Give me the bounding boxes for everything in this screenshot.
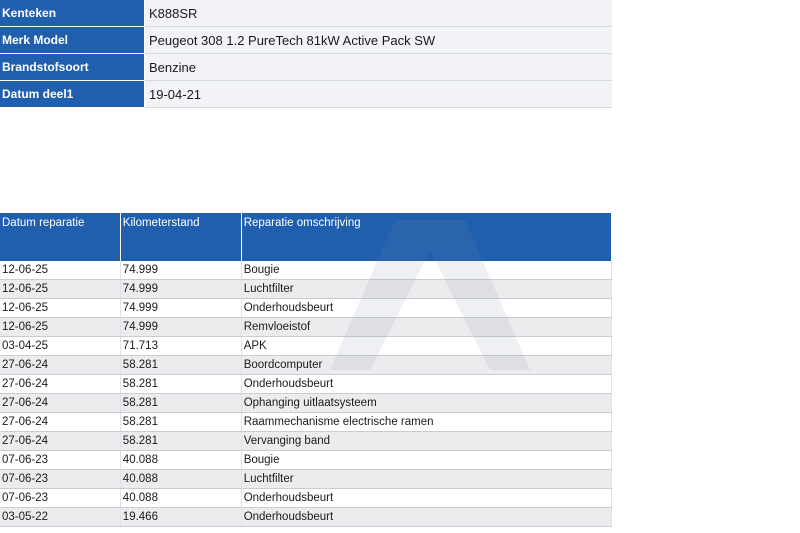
repair-date-cell: 03-05-22 (0, 507, 121, 527)
repair-date-cell: 03-04-25 (0, 336, 121, 356)
repair-description-cell: Onderhoudsbeurt (241, 507, 613, 527)
header-reparatie-omschrijving: Reparatie omschrijving (241, 213, 613, 261)
repair-date-cell: 27-06-24 (0, 412, 121, 432)
header-datum-reparatie: Datum reparatie (0, 213, 121, 261)
repair-description-cell: Luchtfilter (241, 469, 613, 489)
repair-description-cell: Boordcomputer (241, 355, 613, 375)
table-row: 12-06-25 74.999 Bougie (0, 261, 613, 280)
repair-date-cell: 12-06-25 (0, 261, 121, 280)
repair-description-cell: Luchtfilter (241, 279, 613, 299)
vehicle-info-value: 19-04-21 (144, 80, 612, 108)
vehicle-info-table: Kenteken K888SR Merk Model Peugeot 308 1.2 … (0, 0, 612, 108)
vehicle-info-row: Brandstofsoort Benzine (0, 53, 612, 81)
repair-mileage-cell: 58.281 (120, 355, 242, 375)
header-kilometerstand: Kilometerstand (120, 213, 242, 261)
repair-date-cell: 27-06-24 (0, 374, 121, 394)
repair-description-cell: Vervanging band (241, 431, 613, 451)
repair-description-cell: Remvloeistof (241, 317, 613, 337)
repair-date-cell: 12-06-25 (0, 279, 121, 299)
repair-description-cell: Bougie (241, 450, 613, 470)
table-row: 27-06-24 58.281 Raammechanisme electrische… (0, 412, 613, 432)
repair-description-cell: Ophanging uitlaatsysteem (241, 393, 613, 413)
repair-date-cell: 07-06-23 (0, 488, 121, 508)
repair-history-table: Datum reparatie Kilometerstand Reparatie… (0, 213, 613, 527)
vehicle-info-value: Peugeot 308 1.2 PureTech 81kW Active Pac… (144, 26, 612, 54)
repair-description-cell: Raammechanisme electrische ramen (241, 412, 613, 432)
table-row: 07-06-23 40.088 Bougie (0, 450, 613, 470)
repair-date-cell: 27-06-24 (0, 355, 121, 375)
vehicle-info-label: Brandstofsoort (0, 53, 145, 81)
repair-mileage-cell: 74.999 (120, 279, 242, 299)
repair-date-cell: 07-06-23 (0, 469, 121, 489)
table-row: 03-05-22 19.466 Onderhoudsbeurt (0, 507, 613, 527)
repair-header-row: Datum reparatie Kilometerstand Reparatie… (0, 213, 613, 261)
table-row: 07-06-23 40.088 Luchtfilter (0, 469, 613, 489)
repair-description-cell: Onderhoudsbeurt (241, 374, 613, 394)
repair-description-cell: APK (241, 336, 613, 356)
repair-mileage-cell: 19.466 (120, 507, 242, 527)
table-row: 07-06-23 40.088 Onderhoudsbeurt (0, 488, 613, 508)
repair-mileage-cell: 58.281 (120, 374, 242, 394)
repair-mileage-cell: 58.281 (120, 412, 242, 432)
repair-mileage-cell: 74.999 (120, 261, 242, 280)
table-row: 27-06-24 58.281 Onderhoudsbeurt (0, 374, 613, 394)
repair-mileage-cell: 74.999 (120, 298, 242, 318)
vehicle-info-row: Datum deel1 19-04-21 (0, 80, 612, 108)
repair-description-cell: Onderhoudsbeurt (241, 298, 613, 318)
repair-mileage-cell: 58.281 (120, 431, 242, 451)
repair-date-cell: 27-06-24 (0, 431, 121, 451)
vehicle-info-label: Datum deel1 (0, 80, 145, 108)
vehicle-info-value: K888SR (144, 0, 612, 27)
table-row: 12-06-25 74.999 Luchtfilter (0, 279, 613, 299)
vehicle-info-row: Merk Model Peugeot 308 1.2 PureTech 81kW … (0, 26, 612, 54)
table-row: 12-06-25 74.999 Onderhoudsbeurt (0, 298, 613, 318)
repair-mileage-cell: 58.281 (120, 393, 242, 413)
repair-mileage-cell: 74.999 (120, 317, 242, 337)
repair-date-cell: 12-06-25 (0, 298, 121, 318)
repair-date-cell: 27-06-24 (0, 393, 121, 413)
repair-description-cell: Onderhoudsbeurt (241, 488, 613, 508)
repair-mileage-cell: 40.088 (120, 450, 242, 470)
table-row: 12-06-25 74.999 Remvloeistof (0, 317, 613, 337)
repair-description-cell: Bougie (241, 261, 613, 280)
repair-mileage-cell: 40.088 (120, 469, 242, 489)
table-row: 27-06-24 58.281 Ophanging uitlaatsysteem (0, 393, 613, 413)
repair-date-cell: 07-06-23 (0, 450, 121, 470)
vehicle-info-row: Kenteken K888SR (0, 0, 612, 27)
repair-mileage-cell: 40.088 (120, 488, 242, 508)
repair-mileage-cell: 71.713 (120, 336, 242, 356)
vehicle-info-label: Kenteken (0, 0, 145, 27)
table-row: 03-04-25 71.713 APK (0, 336, 613, 356)
table-row: 27-06-24 58.281 Vervanging band (0, 431, 613, 451)
repair-date-cell: 12-06-25 (0, 317, 121, 337)
vehicle-info-label: Merk Model (0, 26, 145, 54)
table-row: 27-06-24 58.281 Boordcomputer (0, 355, 613, 375)
vehicle-info-value: Benzine (144, 53, 612, 81)
